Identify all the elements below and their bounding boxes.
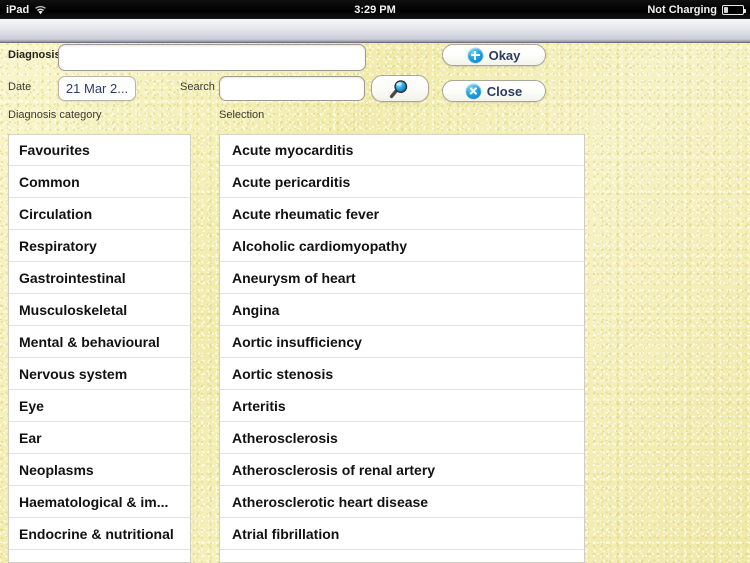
diagnosis-list-item[interactable]: Acute myocarditis: [220, 134, 584, 166]
close-button-label: Close: [486, 83, 523, 99]
category-list-item[interactable]: Haematological & im...: [9, 486, 190, 518]
category-list-item[interactable]: Eye: [9, 390, 190, 422]
form-header: Diagnosis Date 21 Mar 2... Search Okay C…: [0, 43, 750, 123]
category-list-item[interactable]: Mental & behavioural: [9, 326, 190, 358]
status-bar-right: Not Charging: [647, 3, 746, 16]
diagnosis-list-item[interactable]: Angina: [220, 294, 584, 326]
diagnosis-list-item[interactable]: Atrial fibrillation: [220, 518, 584, 550]
date-picker-button[interactable]: 21 Mar 2...: [58, 76, 136, 101]
battery-icon: [722, 4, 746, 15]
category-list-item[interactable]: Musculoskeletal: [9, 294, 190, 326]
battery-status-label: Not Charging: [647, 3, 717, 16]
category-list-item[interactable]: Neoplasms: [9, 454, 190, 486]
diagnosis-list-item[interactable]: Atherosclerotic heart disease: [220, 486, 584, 518]
app-root: iPad 3:29 PM Not Charging Diagnosis Date…: [0, 0, 750, 563]
category-list-item[interactable]: Ear: [9, 422, 190, 454]
status-bar-left: iPad: [0, 4, 47, 16]
diagnosis-list-item[interactable]: Aortic stenosis: [220, 358, 584, 390]
diagnosis-list-item[interactable]: Atherosclerosis of renal artery: [220, 454, 584, 486]
navigation-bar: [0, 19, 750, 43]
category-list-item[interactable]: Endocrine & nutritional: [9, 518, 190, 550]
close-button[interactable]: Close: [442, 80, 546, 102]
battery-fill: [724, 6, 728, 13]
wifi-icon: [34, 5, 47, 15]
plus-circle-icon: [467, 47, 483, 63]
diagnosis-input[interactable]: [58, 44, 366, 71]
diagnosis-selection-list[interactable]: Acute myocarditis Acute pericarditis Acute…: [219, 134, 585, 563]
category-list-item[interactable]: Gastrointestinal: [9, 262, 190, 294]
diagnosis-list-item[interactable]: Arteritis: [220, 390, 584, 422]
status-bar-clock: 3:29 PM: [354, 3, 396, 16]
diagnosis-list-item[interactable]: Alcoholic cardiomyopathy: [220, 230, 584, 262]
diagnosis-category-list[interactable]: Favourites Common Circulation Respiratory Ga…: [8, 134, 191, 563]
okay-button[interactable]: Okay: [442, 44, 546, 66]
diagnosis-list-item[interactable]: Acute rheumatic fever: [220, 198, 584, 230]
search-label: Search: [180, 81, 215, 93]
magnifier-icon: [389, 78, 411, 100]
category-list-item[interactable]: Circulation: [9, 198, 190, 230]
category-column-header: Diagnosis category: [8, 109, 102, 121]
okay-button-label: Okay: [488, 47, 521, 63]
selection-column-header: Selection: [219, 109, 265, 121]
category-list-item[interactable]: Common: [9, 166, 190, 198]
date-label: Date: [8, 81, 32, 93]
search-button[interactable]: [371, 75, 429, 102]
category-list-item[interactable]: Respiratory: [9, 230, 190, 262]
diagnosis-label: Diagnosis: [8, 49, 61, 61]
diagnosis-list-item[interactable]: Acute pericarditis: [220, 166, 584, 198]
diagnosis-list-item[interactable]: Aortic insufficiency: [220, 326, 584, 358]
category-list-item[interactable]: Favourites: [9, 134, 190, 166]
diagnosis-list-item[interactable]: Aneurysm of heart: [220, 262, 584, 294]
close-circle-icon: [465, 83, 481, 99]
diagnosis-list-item[interactable]: Atherosclerosis: [220, 422, 584, 454]
status-bar: iPad 3:29 PM Not Charging: [0, 0, 750, 19]
category-list-item[interactable]: Nervous system: [9, 358, 190, 390]
device-name: iPad: [6, 3, 30, 16]
search-input[interactable]: [219, 76, 365, 101]
